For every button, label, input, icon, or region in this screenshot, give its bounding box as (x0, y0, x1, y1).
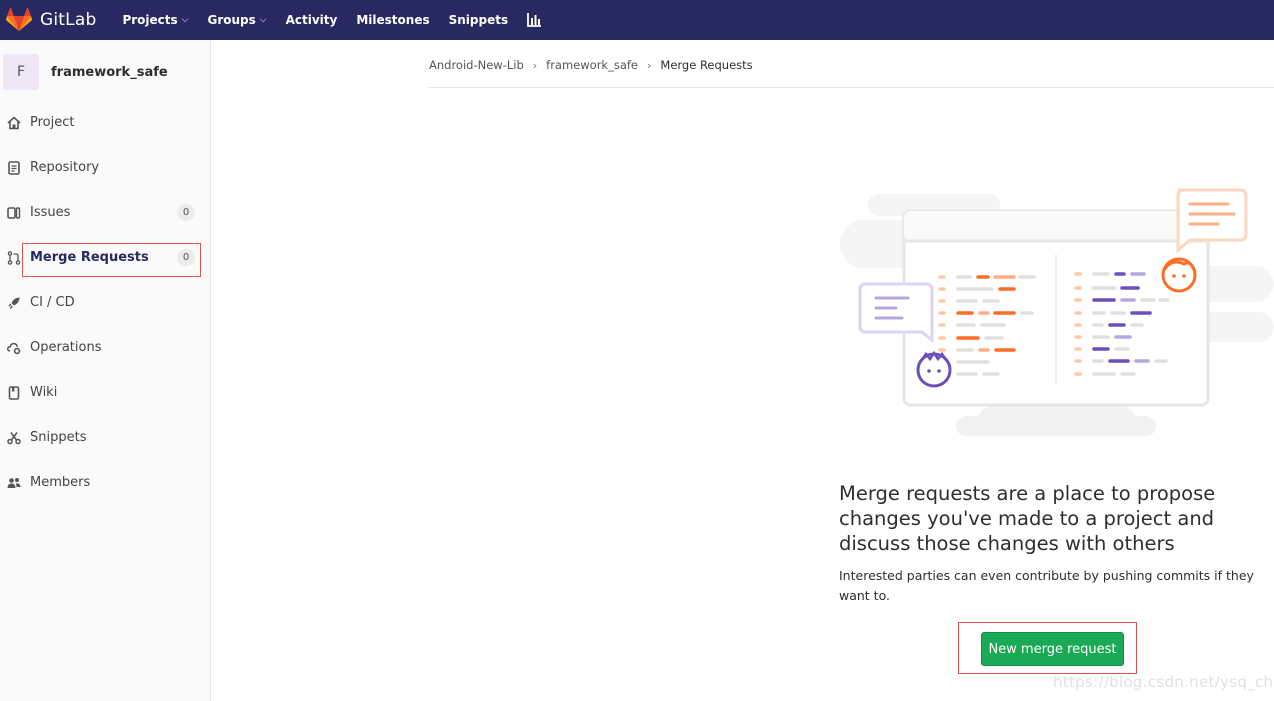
merge-request-icon (6, 250, 22, 266)
sidebar-nav: Project Repository Issues 0 Merge Reques… (0, 100, 210, 505)
chevron-right-icon: › (647, 58, 652, 72)
sidebar-item-members[interactable]: Members (0, 460, 210, 505)
nav-analytics[interactable] (527, 13, 542, 27)
merge-requests-illustration (840, 188, 1274, 436)
project-avatar: F (3, 54, 39, 90)
rocket-icon (6, 295, 22, 311)
chevron-right-icon: › (532, 58, 538, 72)
sidebar-item-label: Merge Requests (30, 250, 149, 265)
sidebar-item-label: Snippets (30, 430, 87, 445)
gitlab-logo[interactable]: GitLab (6, 8, 96, 32)
chevron-down-icon: ⌵ (181, 15, 189, 25)
empty-state-title: Merge requests are a place to propose ch… (839, 482, 1216, 555)
sidebar-item-snippets[interactable]: Snippets (0, 415, 210, 460)
nav-snippets[interactable]: Snippets (449, 13, 509, 27)
sidebar-item-label: Project (30, 115, 75, 130)
sidebar-item-label: Members (30, 475, 91, 490)
sidebar-item-label: Wiki (30, 385, 58, 400)
nav-activity-label: Activity (285, 13, 338, 27)
nav-snippets-label: Snippets (448, 13, 509, 27)
nav-groups-label: Groups (207, 13, 256, 27)
users-icon (6, 475, 22, 491)
brand-name: GitLab (40, 10, 97, 30)
sidebar-project-header[interactable]: F framework_safe (0, 40, 210, 104)
new-merge-request-button[interactable]: New merge request (981, 632, 1124, 666)
issues-count-badge: 0 (177, 204, 195, 221)
breadcrumb-project-link[interactable]: framework_safe (546, 58, 638, 72)
project-sidebar: F framework_safe Project Repository Issu… (0, 40, 211, 701)
nav-milestones[interactable]: Milestones (356, 13, 429, 27)
gitlab-tanuki-icon (6, 8, 32, 31)
scissors-icon (6, 430, 22, 446)
nav-projects-label: Projects (122, 13, 178, 27)
breadcrumb: Android-New-Lib › framework_safe › Merge… (429, 57, 753, 73)
breadcrumb-divider (429, 87, 1274, 88)
sidebar-item-issues[interactable]: Issues 0 (0, 190, 210, 235)
cloud-gear-icon (6, 340, 22, 356)
doc-icon (6, 160, 22, 176)
sidebar-item-repository[interactable]: Repository (0, 145, 210, 190)
project-name: framework_safe (51, 64, 168, 80)
sidebar-item-operations[interactable]: Operations (0, 325, 210, 370)
sidebar-item-label: Operations (30, 340, 102, 355)
sidebar-item-ci-cd[interactable]: CI / CD (0, 280, 210, 325)
sidebar-item-merge-requests[interactable]: Merge Requests 0 (0, 235, 210, 280)
nav-milestones-label: Milestones (356, 13, 430, 27)
sidebar-item-label: Repository (30, 160, 100, 175)
home-icon (6, 115, 22, 131)
nav-projects[interactable]: Projects ⌵ (122, 13, 188, 27)
sidebar-item-label: CI / CD (30, 295, 75, 310)
sidebar-item-project[interactable]: Project (0, 100, 210, 145)
top-navbar: GitLab Projects ⌵ Groups ⌵ Activity Mile… (0, 0, 1274, 40)
chevron-down-icon: ⌵ (259, 15, 267, 25)
merge-requests-count-badge: 0 (177, 249, 195, 266)
nav-activity[interactable]: Activity (286, 13, 338, 27)
sidebar-item-label: Issues (30, 205, 71, 220)
breadcrumb-group-link[interactable]: Android-New-Lib (429, 58, 524, 72)
book-icon (6, 385, 22, 401)
empty-state-description: Interested parties can even contribute b… (839, 568, 1254, 603)
watermark: https://blog.csdn.net/ysq_chris (1053, 673, 1274, 691)
chart-icon (527, 13, 542, 27)
nav-groups[interactable]: Groups ⌵ (207, 13, 266, 27)
breadcrumb-current[interactable]: Merge Requests (660, 58, 752, 72)
issues-icon (6, 205, 22, 221)
sidebar-item-wiki[interactable]: Wiki (0, 370, 210, 415)
